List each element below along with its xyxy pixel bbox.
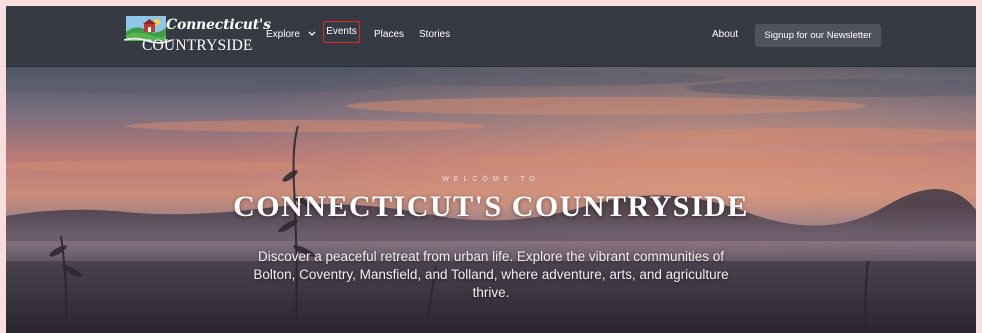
hero-section: WELCOME TO CONNECTICUT'S COUNTRYSIDE Dis… (6, 66, 976, 333)
nav-stories[interactable]: Stories (419, 29, 450, 40)
nav-explore-label: Explore (266, 29, 300, 40)
logo-subtitle: COUNTRYSIDE (142, 37, 253, 54)
nav-places[interactable]: Places (374, 29, 404, 40)
hero-title: CONNECTICUT'S COUNTRYSIDE (233, 190, 749, 223)
top-navbar: Connecticut's COUNTRYSIDE Explore Events… (6, 6, 976, 67)
hero-subtitle: Discover a peaceful retreat from urban l… (253, 249, 729, 300)
page-frame: Connecticut's COUNTRYSIDE Explore Events… (6, 6, 976, 333)
site-logo[interactable]: Connecticut's COUNTRYSIDE (124, 14, 271, 60)
hero-welcome: WELCOME TO (442, 176, 540, 183)
logo-script-text: Connecticut's (166, 17, 271, 33)
nav-about[interactable]: About (712, 29, 738, 40)
nav-events[interactable]: Events (323, 21, 360, 43)
chevron-down-icon (308, 31, 316, 36)
newsletter-signup-button[interactable]: Signup for our Newsletter (755, 24, 881, 47)
nav-explore[interactable]: Explore (266, 29, 316, 40)
